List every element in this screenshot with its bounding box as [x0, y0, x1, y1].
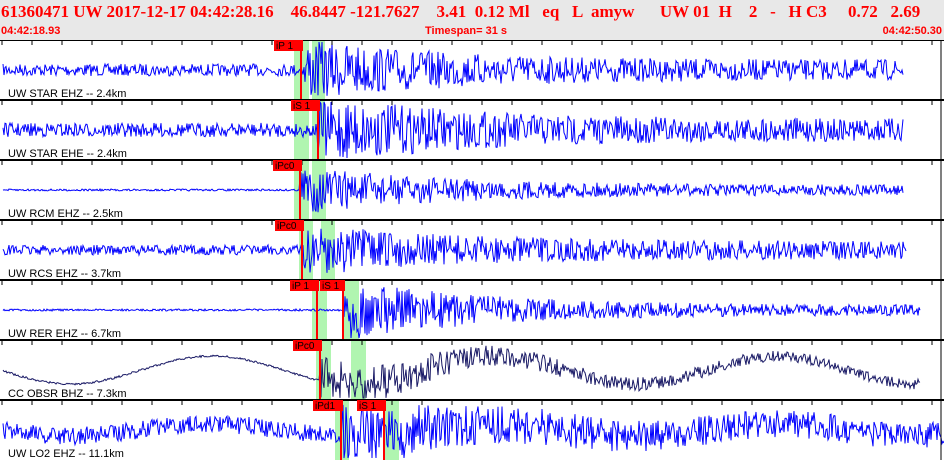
pick-label: iS 1 [293, 101, 311, 112]
event-header: 61360471 UW 2017-12-17 04:42:28.16 46.84… [0, 0, 944, 40]
channel-trace-3[interactable]: iPc0 UW RCS EHZ -- 3.7km [0, 219, 944, 280]
waveform [2, 404, 944, 459]
waveform [2, 228, 907, 273]
waveform [2, 41, 904, 96]
channel-label: CC OBSR BHZ -- 7.3km [8, 388, 127, 400]
pick-label: iP 1 [276, 41, 293, 52]
pick-label: iPc0 [275, 161, 295, 172]
channel-label: UW STAR EHE -- 2.4km [8, 148, 127, 160]
pick-label: iPd1 [315, 401, 335, 412]
pick-label: iS 1 [359, 401, 377, 412]
end-time: 04:42:50.30 [882, 25, 942, 37]
start-time: 04:42:18.93 [1, 25, 61, 37]
channel-label: UW LO2 EHZ -- 11.1km [8, 448, 124, 460]
channel-trace-0[interactable]: iP 1 UW STAR EHZ -- 2.4km [0, 40, 944, 100]
channel-trace-5[interactable]: iPc0 CC OBSR BHZ -- 7.3km [0, 339, 944, 400]
waveform [2, 170, 904, 213]
pick-label: iP 1 [292, 281, 309, 292]
timespan: Timespan= 31 s [425, 25, 508, 37]
pick-window [351, 340, 366, 400]
channel-label: UW RCS EHZ -- 3.7km [8, 268, 121, 280]
pick-label: iPc0 [295, 341, 315, 352]
channel-trace-1[interactable]: iS 1 UW STAR EHE -- 2.4km [0, 99, 944, 160]
pick-label: iS 1 [322, 281, 340, 292]
event-summary: 61360471 UW 2017-12-17 04:42:28.16 46.84… [1, 2, 921, 21]
pick-label: iPc0 [277, 221, 297, 232]
channel-trace-4[interactable]: iP 1 iS 1 UW RER EHZ -- 6.7km [0, 279, 944, 340]
waveform [2, 345, 921, 399]
channel-label: UW STAR EHZ -- 2.4km [8, 88, 126, 100]
waveform [2, 100, 904, 159]
channel-label: UW RCM EHZ -- 2.5km [8, 208, 123, 220]
seismogram-panel[interactable]: iP 1 UW STAR EHZ -- 2.4km iS 1 UW STAR EHE … [0, 40, 944, 460]
waveform [2, 287, 921, 339]
channel-label: UW RER EHZ -- 6.7km [8, 328, 121, 340]
channel-trace-6[interactable]: iPd1 iS 1 UW LO2 EHZ -- 11.1km [0, 399, 944, 460]
channel-trace-2[interactable]: iPc0 UW RCM EHZ -- 2.5km [0, 159, 944, 220]
